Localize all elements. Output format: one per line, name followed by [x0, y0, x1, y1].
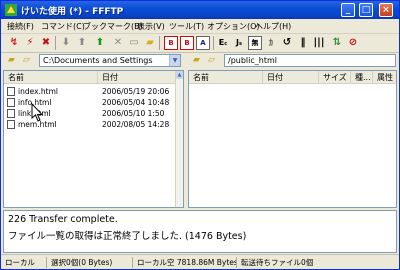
rename-icon[interactable]: ▭	[127, 36, 141, 50]
remote-path-bar: ▰ ▱ /public_html	[188, 54, 397, 69]
status-bar: ローカル 選択0個(0 Bytes) ローカル空 7818.86M Bytes …	[1, 254, 399, 269]
remote-path-text: /public_html	[228, 56, 277, 65]
pane-splitter[interactable]	[184, 54, 187, 209]
delete-icon[interactable]: ✕	[111, 36, 125, 50]
title-bar[interactable]: けいた使用 (*) - FFFTP _ □ ×	[1, 1, 399, 19]
status-queue: 転送待ちファイル0個	[241, 258, 314, 267]
close-button[interactable]: ×	[379, 3, 393, 17]
local-path-text: C:\Documents and Settings	[43, 56, 153, 65]
halfwidth-icon[interactable]: ｶ	[264, 36, 278, 50]
sync-icon[interactable]: ⇅	[330, 36, 344, 50]
detail-view-icon[interactable]: |||	[312, 36, 326, 50]
minimize-button[interactable]: _	[341, 3, 355, 17]
ascii-mode-icon[interactable]: A	[196, 36, 210, 50]
euc-convert-icon[interactable]: Ec	[216, 36, 230, 50]
menu-bar: 接続(F) コマンド(C) ブックマーク(B) 表示(V) ツール(T) オプシ…	[1, 19, 399, 34]
jis-convert-icon[interactable]: Js	[232, 36, 246, 50]
menu-help[interactable]: ヘルプ(H)	[255, 21, 291, 32]
local-file-list[interactable]: 名前 日付 index.html 2006/05/19 20:06 info.h…	[3, 70, 184, 208]
remote-col-size[interactable]: サイズ	[319, 71, 351, 84]
remote-col-name[interactable]: 名前	[189, 71, 263, 84]
local-up-folder-icon[interactable]: ▰	[5, 54, 18, 67]
refresh-icon[interactable]: ↺	[280, 36, 294, 50]
log-line: ファイル一覧の取得は正常終了しました. (1476 Bytes)	[8, 231, 247, 242]
stop-icon[interactable]: ⊘	[346, 36, 360, 50]
file-icon	[7, 87, 15, 96]
binary-mode-icon[interactable]: B	[164, 36, 178, 50]
download-icon[interactable]: ⬇	[59, 36, 73, 50]
local-column-header: 名前 日付	[4, 71, 183, 84]
toolbar: ↯ ⚡ ✖ ⬇ ⬆ ⬆ ✕ ▭ ▰ B B A Ec Js 無 ｶ ↺ ‖ ||…	[1, 34, 399, 53]
file-icon	[7, 120, 15, 129]
local-scrollbar[interactable]: ▲	[175, 71, 183, 207]
remote-col-attr[interactable]: 属性	[373, 71, 396, 84]
local-open-folder-icon[interactable]: ▱	[20, 54, 33, 67]
mirror-upload-icon[interactable]: ⬆	[93, 36, 107, 50]
local-path-combo[interactable]: C:\Documents and Settings ▼	[39, 54, 181, 67]
remote-col-type[interactable]: 種...	[351, 71, 373, 84]
status-selected: 選択0個(0 Bytes)	[49, 257, 133, 268]
mouse-cursor-icon	[31, 103, 44, 122]
disconnect-icon[interactable]: ✖	[39, 36, 53, 50]
remote-file-list[interactable]: 名前 日付 サイズ 種... 属性	[188, 70, 397, 208]
scroll-up-icon[interactable]: ▲	[176, 71, 183, 79]
chevron-down-icon[interactable]: ▼	[169, 55, 180, 66]
menu-connect[interactable]: 接続(F)	[7, 21, 34, 32]
remote-col-date[interactable]: 日付	[263, 71, 319, 84]
log-panel: 226 Transfer complete. ファイル一覧の取得は正常終了しまし…	[3, 210, 397, 253]
remote-path-combo[interactable]: /public_html	[224, 54, 396, 67]
remote-up-folder-icon[interactable]: ▰	[190, 54, 203, 67]
local-col-name[interactable]: 名前	[4, 71, 98, 84]
list-item[interactable]: index.html 2006/05/19 20:06	[4, 86, 183, 97]
new-folder-icon[interactable]: ▰	[143, 36, 157, 50]
no-convert-icon[interactable]: 無	[248, 36, 262, 50]
ffftp-app-icon	[5, 4, 17, 16]
remote-open-folder-icon[interactable]: ▱	[205, 54, 218, 67]
file-icon	[7, 109, 15, 118]
list-view-icon[interactable]: ‖	[296, 36, 310, 50]
status-free-space: ローカル空 7818.86M Bytes	[137, 257, 237, 268]
window-title: けいた使用 (*) - FFFTP	[21, 7, 124, 17]
menu-tools[interactable]: ツール(T)	[169, 21, 204, 32]
menu-view[interactable]: 表示(V)	[137, 21, 165, 32]
menu-options[interactable]: オプション(O)	[207, 21, 260, 32]
menu-command[interactable]: コマンド(C)	[41, 21, 85, 32]
local-col-date[interactable]: 日付	[98, 71, 177, 84]
binary-mode-alt-icon[interactable]: B	[180, 36, 194, 50]
connect-icon[interactable]: ↯	[7, 36, 21, 50]
status-local: ローカル	[3, 257, 47, 268]
menu-bookmark[interactable]: ブックマーク(B)	[83, 21, 143, 32]
log-line: 226 Transfer complete.	[8, 214, 118, 225]
quick-connect-icon[interactable]: ⚡	[23, 36, 37, 50]
file-icon	[7, 98, 15, 107]
maximize-button[interactable]: □	[359, 3, 373, 17]
ffftp-window: けいた使用 (*) - FFFTP _ □ × 接続(F) コマンド(C) ブッ…	[0, 0, 400, 270]
local-path-bar: ▰ ▱ C:\Documents and Settings ▼	[3, 54, 184, 69]
remote-column-header: 名前 日付 サイズ 種... 属性	[189, 71, 396, 84]
upload-icon[interactable]: ⬆	[75, 36, 89, 50]
